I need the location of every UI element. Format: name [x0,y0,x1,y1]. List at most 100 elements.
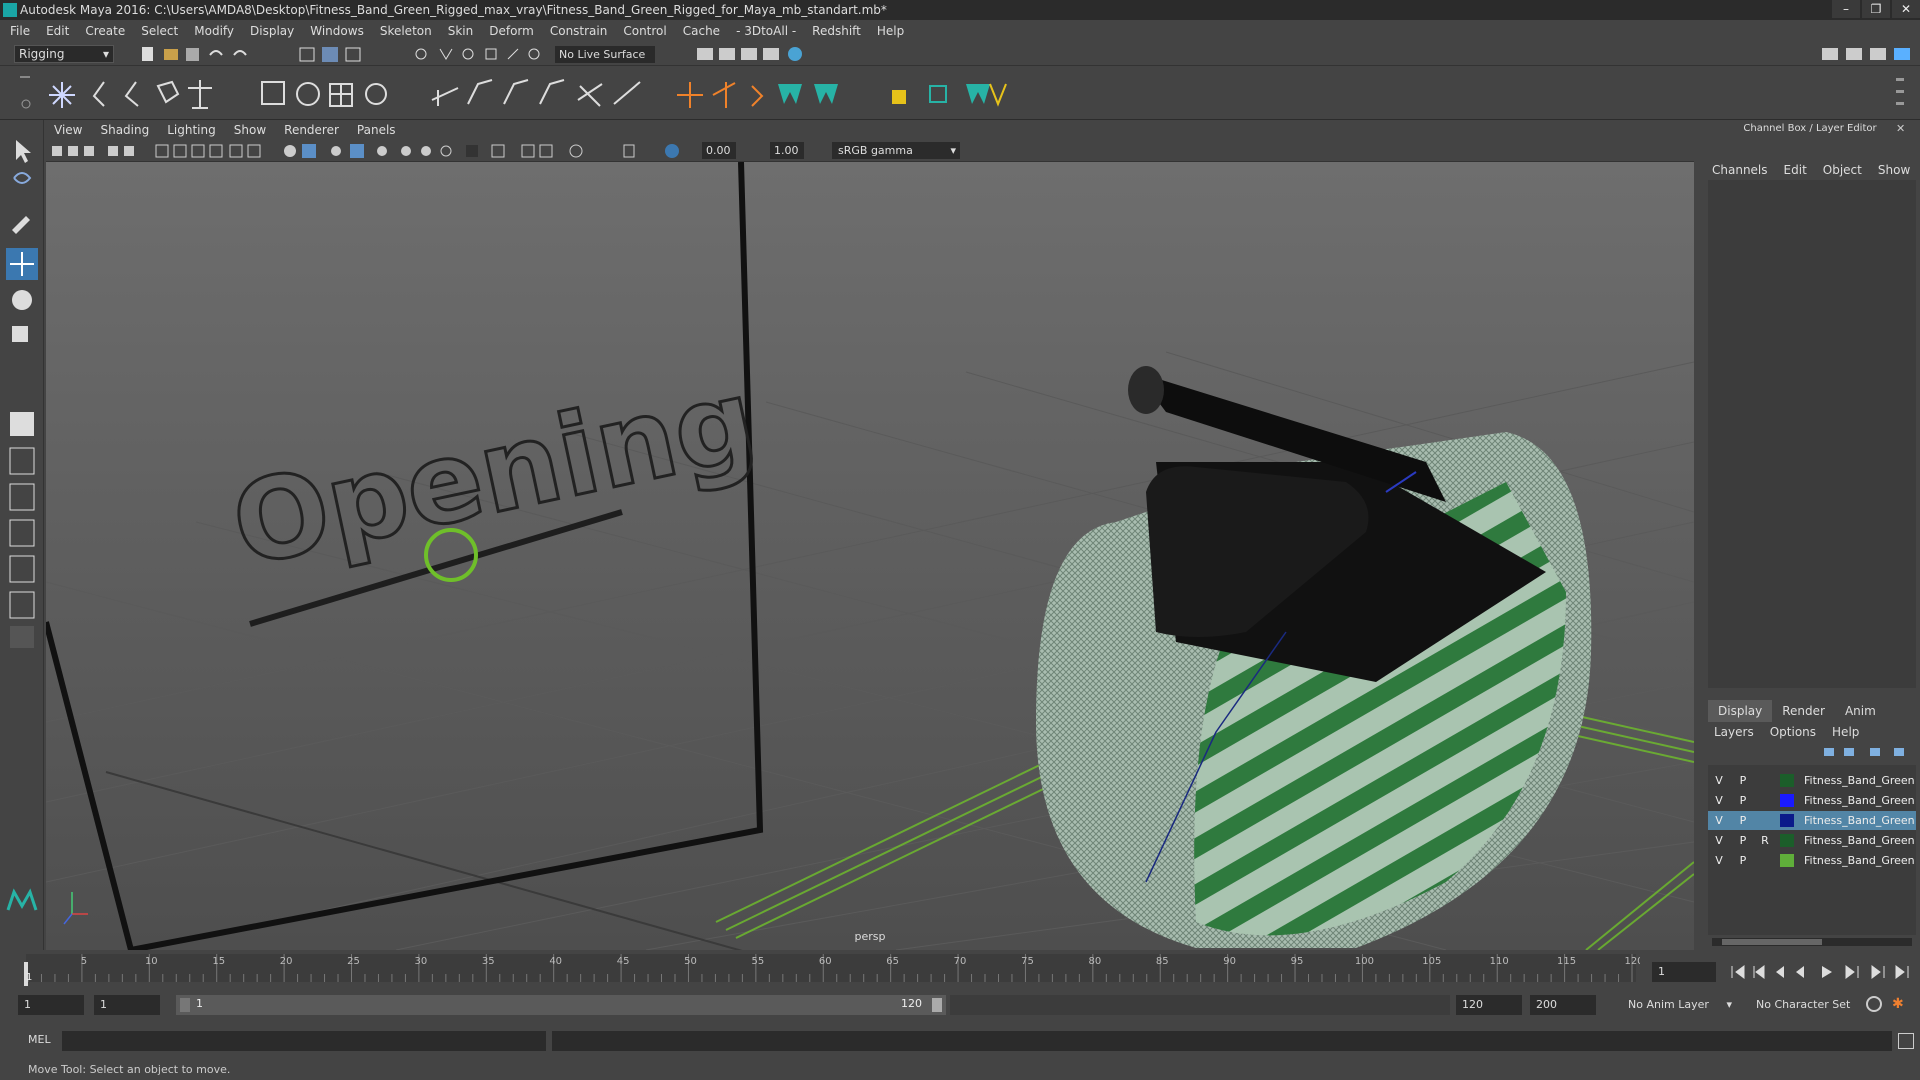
panel-menu-view[interactable]: View [54,123,82,137]
color-space-dropdown[interactable]: sRGB gamma ▾ [832,142,960,159]
layout-side-icon[interactable] [9,519,35,547]
menu-cache[interactable]: Cache [683,24,720,38]
layer-row[interactable]: VP Fitness_Band_Green_R [1708,851,1916,870]
layout-outliner-icon[interactable] [9,591,35,619]
gamma-field[interactable]: 1.00 [770,142,804,159]
layout-four-icon[interactable] [9,447,35,475]
layer-color-swatch[interactable] [1780,854,1794,867]
perspective-viewport[interactable]: Opening persp [46,162,1694,950]
menu-redshift[interactable]: Redshift [812,24,861,38]
close-icon[interactable]: ✕ [1896,122,1905,135]
playback-start-field[interactable]: 1 [94,995,160,1015]
tab-display[interactable]: Display [1708,700,1773,722]
layer-playback-toggle[interactable]: P [1736,791,1750,810]
layer-visibility-toggle[interactable]: V [1712,851,1726,870]
character-set-dropdown[interactable]: No Character Set [1752,995,1862,1015]
select-tool-icon[interactable] [16,140,31,163]
layer-color-swatch[interactable] [1780,834,1794,847]
animation-end-field[interactable]: 200 [1530,995,1596,1015]
menu-deform[interactable]: Deform [489,24,534,38]
menu-skin[interactable]: Skin [448,24,474,38]
prefs-icon[interactable]: ✱ [1892,996,1908,1012]
tab-render[interactable]: Render [1772,700,1835,722]
panel-menu-shading[interactable]: Shading [100,123,149,137]
layer-row[interactable]: VPR Fitness_Band_Green_R [1708,831,1916,850]
layer-action-icons[interactable] [1820,744,1916,760]
layer-row[interactable]: VP Fitness_Band_Green_R [1708,791,1916,810]
scale-tool-icon[interactable] [12,326,28,342]
layer-playback-toggle[interactable]: P [1736,811,1750,830]
script-editor-icon[interactable] [1898,1033,1914,1049]
rotate-tool-icon[interactable] [12,290,32,310]
menu-edit[interactable]: Edit [46,24,69,38]
lasso-tool-icon[interactable] [13,172,32,184]
layer-visibility-toggle[interactable]: V [1712,811,1726,830]
shelf-icons[interactable] [0,70,1920,116]
menu-windows[interactable]: Windows [310,24,364,38]
layer-color-swatch[interactable] [1780,814,1794,827]
channel-box-menu-channels[interactable]: Channels [1712,163,1768,177]
tab-anim[interactable]: Anim [1835,700,1886,722]
layer-row[interactable]: VP Fitness_Band_Green_R [1708,771,1916,790]
snap-icons[interactable] [412,45,542,63]
anim-layer-dropdown[interactable]: No Anim Layer ▾ [1624,995,1734,1015]
menu-file[interactable]: File [10,24,30,38]
playback-controls[interactable] [1728,962,1918,982]
channel-box-area[interactable] [1708,180,1916,688]
layer-menu-help[interactable]: Help [1832,725,1859,739]
layer-visibility-toggle[interactable]: V [1712,791,1726,810]
layer-list-scrollbar[interactable] [1712,938,1912,946]
command-input[interactable] [62,1031,546,1051]
menu-constrain[interactable]: Constrain [550,24,608,38]
menu-select[interactable]: Select [141,24,178,38]
layer-color-swatch[interactable] [1780,774,1794,787]
menu-set-dropdown[interactable]: Rigging ▾ [14,45,114,63]
range-slider[interactable]: 1 120 [176,995,946,1015]
layer-playback-toggle[interactable]: P [1736,851,1750,870]
menu-modify[interactable]: Modify [194,24,234,38]
menu-control[interactable]: Control [623,24,666,38]
layer-menu-options[interactable]: Options [1770,725,1816,739]
viewport-scene[interactable]: Opening persp [46,162,1694,950]
layer-color-swatch[interactable] [1780,794,1794,807]
close-button[interactable]: ✕ [1892,0,1920,18]
layer-playback-toggle[interactable]: P [1736,771,1750,790]
minimize-button[interactable]: – [1832,0,1860,18]
layer-row[interactable]: VP Fitness_Band_Green_R [1708,811,1916,830]
auto-key-icon[interactable] [1866,996,1882,1012]
menu-create[interactable]: Create [85,24,125,38]
layer-visibility-toggle[interactable]: V [1712,831,1726,850]
exposure-field[interactable]: 0.00 [702,142,736,159]
playback-end-field[interactable]: 120 [1456,995,1522,1015]
layout-two-icon[interactable] [9,483,35,511]
menu-display[interactable]: Display [250,24,294,38]
panel-tool-icons[interactable] [50,142,690,160]
menu-3dtoall[interactable]: - 3DtoAll - [736,24,796,38]
current-frame-field[interactable]: 1 [1652,962,1716,982]
menu-skeleton[interactable]: Skeleton [380,24,432,38]
panel-toggle-icons[interactable] [1820,45,1916,63]
menu-help[interactable]: Help [877,24,904,38]
command-language-label[interactable]: MEL [28,1033,51,1046]
panel-menu-renderer[interactable]: Renderer [284,123,339,137]
channel-box-menu-show[interactable]: Show [1878,163,1910,177]
paint-select-icon[interactable] [12,216,30,234]
layout-custom-icon[interactable] [10,626,34,648]
animation-start-field[interactable]: 1 [18,995,84,1015]
render-icons[interactable] [695,45,815,63]
layer-visibility-toggle[interactable]: V [1712,771,1726,790]
panel-menu-panels[interactable]: Panels [357,123,396,137]
layer-reference-toggle[interactable]: R [1758,831,1772,850]
panel-menu-lighting[interactable]: Lighting [167,123,216,137]
restore-button[interactable]: ❐ [1862,0,1890,18]
layout-stack-icon[interactable] [9,555,35,583]
panel-menu-show[interactable]: Show [234,123,266,137]
live-surface-field[interactable]: No Live Surface [555,46,655,63]
layer-playback-toggle[interactable]: P [1736,831,1750,850]
file-tools-icons[interactable] [140,45,390,63]
layout-single-icon[interactable] [10,412,34,436]
layer-menu-layers[interactable]: Layers [1714,725,1754,739]
channel-box-menu-object[interactable]: Object [1823,163,1862,177]
time-slider[interactable]: 5 10 15 20 25 30 35 40 45 50 55 60 65 70 75 80 85 90 95 100… [0,950,1920,990]
channel-box-menu-edit[interactable]: Edit [1784,163,1807,177]
